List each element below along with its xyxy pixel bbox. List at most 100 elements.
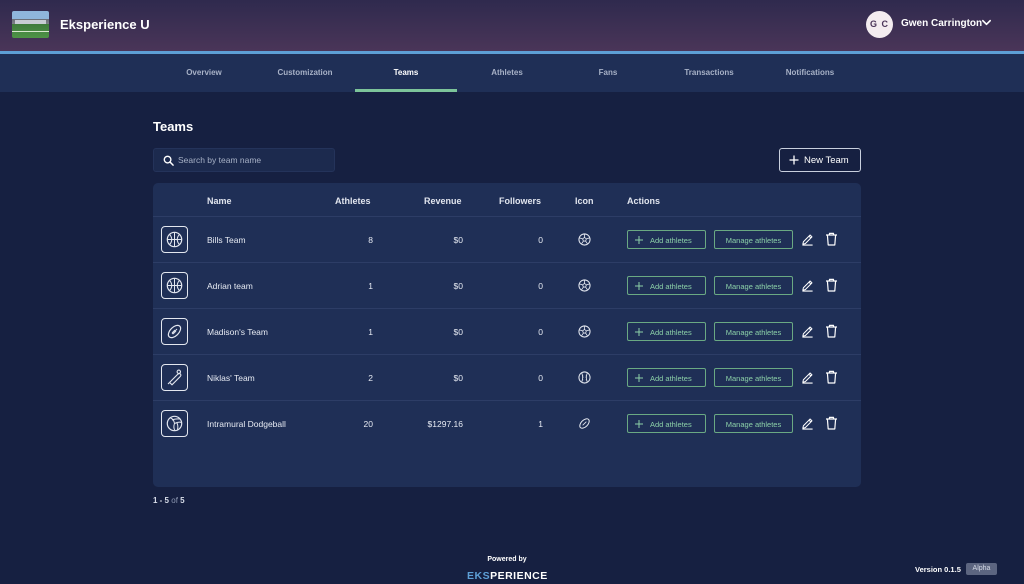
tab-notifications[interactable]: Notifications [759, 54, 861, 92]
revenue-value: $0 [453, 373, 463, 383]
revenue-value: $1297.16 [427, 419, 463, 429]
athletes-count: 1 [368, 327, 373, 337]
add-athletes-label: Add athletes [650, 328, 692, 337]
followers-count: 1 [538, 419, 543, 429]
teams-table: Name Athletes Revenue Followers Icon Act… [153, 183, 861, 487]
athletes-count: 8 [368, 235, 373, 245]
add-athletes-button[interactable]: Add athletes [627, 414, 706, 433]
column-header-icon: Icon [575, 196, 594, 206]
stadium-logo-image[interactable] [12, 11, 49, 38]
brand-prefix: EKS [467, 570, 491, 582]
team-name[interactable]: Intramural Dodgeball [207, 419, 286, 429]
app-header: Eksperience U G C Gwen Carrington [0, 0, 1024, 51]
manage-athletes-label: Manage athletes [725, 236, 782, 245]
tab-athletes[interactable]: Athletes [456, 54, 558, 92]
football-icon [161, 318, 188, 345]
add-athletes-button[interactable]: Add athletes [627, 368, 706, 387]
revenue-value: $0 [453, 281, 463, 291]
manage-athletes-button[interactable]: Manage athletes [714, 322, 793, 341]
chevron-down-icon[interactable] [981, 17, 992, 28]
column-header-revenue[interactable]: Revenue [424, 196, 462, 206]
app-title: Eksperience U [60, 17, 150, 32]
football-icon [579, 418, 590, 429]
tab-fans[interactable]: Fans [557, 54, 659, 92]
pagination-range: 1 - 5 [153, 496, 170, 505]
page-title: Teams [153, 119, 194, 134]
soccer-ball-icon [578, 233, 591, 246]
new-team-button[interactable]: New Team [779, 148, 861, 172]
powered-by-label: Powered by [487, 556, 527, 563]
table-row[interactable]: Adrian team 1 $0 0 Add athletes Manage a… [153, 262, 861, 308]
soccer-ball-icon [578, 279, 591, 292]
tab-overview[interactable]: Overview [153, 54, 255, 92]
new-team-label: New Team [804, 155, 849, 166]
manage-athletes-label: Manage athletes [725, 328, 782, 337]
main-nav: Overview Customization Teams Athletes Fa… [0, 54, 1024, 92]
manage-athletes-label: Manage athletes [725, 374, 782, 383]
user-avatar[interactable]: G C [866, 11, 893, 38]
add-athletes-button[interactable]: Add athletes [627, 276, 706, 295]
logo-field-line [12, 31, 49, 32]
manage-athletes-label: Manage athletes [725, 420, 782, 429]
manage-athletes-button[interactable]: Manage athletes [714, 414, 793, 433]
active-tab-indicator [355, 89, 457, 92]
trash-icon[interactable] [825, 370, 838, 384]
pagination-total: 5 [180, 496, 185, 505]
add-athletes-button[interactable]: Add athletes [627, 230, 706, 249]
pencil-icon[interactable] [801, 279, 814, 292]
search-box [153, 148, 335, 172]
trash-icon[interactable] [825, 232, 838, 246]
table-row[interactable]: Niklas' Team 2 $0 0 Add athletes Manage … [153, 354, 861, 400]
athletes-count: 1 [368, 281, 373, 291]
pencil-icon[interactable] [801, 325, 814, 338]
search-input[interactable] [178, 152, 328, 168]
user-name[interactable]: Gwen Carrington [901, 18, 982, 29]
column-header-actions: Actions [627, 196, 661, 206]
plus-icon [635, 374, 643, 382]
followers-count: 0 [538, 373, 543, 383]
column-header-athletes[interactable]: Athletes [335, 196, 371, 206]
brand-logo[interactable]: EKSPERIENCE [467, 570, 548, 582]
baseball-icon [578, 371, 591, 384]
tab-transactions[interactable]: Transactions [658, 54, 760, 92]
trash-icon[interactable] [825, 324, 838, 338]
brand-rest: PERIENCE [490, 570, 548, 582]
table-row[interactable]: Madison's Team 1 $0 0 Add athletes Manag… [153, 308, 861, 354]
plus-icon [635, 282, 643, 290]
table-row[interactable]: Intramural Dodgeball 20 $1297.16 1 Add a… [153, 400, 861, 446]
search-icon [163, 155, 174, 166]
tab-customization[interactable]: Customization [254, 54, 356, 92]
pencil-icon[interactable] [801, 233, 814, 246]
add-athletes-button[interactable]: Add athletes [627, 322, 706, 341]
pagination-summary: 1 - 5 of 5 [153, 496, 185, 505]
alpha-badge: Alpha [966, 563, 997, 575]
team-name[interactable]: Madison's Team [207, 327, 268, 337]
soccer-ball-icon [578, 325, 591, 338]
column-header-followers[interactable]: Followers [499, 196, 541, 206]
manage-athletes-button[interactable]: Manage athletes [714, 368, 793, 387]
pencil-icon[interactable] [801, 417, 814, 430]
team-name[interactable]: Bills Team [207, 235, 246, 245]
logo-stand [15, 20, 46, 24]
version-label: Version 0.1.5 [915, 565, 961, 574]
add-athletes-label: Add athletes [650, 374, 692, 383]
revenue-value: $0 [453, 235, 463, 245]
manage-athletes-button[interactable]: Manage athletes [714, 276, 793, 295]
volleyball-icon [161, 410, 188, 437]
revenue-value: $0 [453, 327, 463, 337]
manage-athletes-button[interactable]: Manage athletes [714, 230, 793, 249]
column-header-name[interactable]: Name [207, 196, 232, 206]
pencil-icon[interactable] [801, 371, 814, 384]
plus-icon [635, 420, 643, 428]
basketball-icon [161, 272, 188, 299]
athletes-count: 2 [368, 373, 373, 383]
add-athletes-label: Add athletes [650, 282, 692, 291]
manage-athletes-label: Manage athletes [725, 282, 782, 291]
tab-teams[interactable]: Teams [355, 54, 457, 92]
team-name[interactable]: Adrian team [207, 281, 253, 291]
team-name[interactable]: Niklas' Team [207, 373, 255, 383]
trash-icon[interactable] [825, 278, 838, 292]
table-row[interactable]: Bills Team 8 $0 0 Add athletes Manage at… [153, 216, 861, 262]
plus-icon [635, 236, 643, 244]
trash-icon[interactable] [825, 416, 838, 430]
